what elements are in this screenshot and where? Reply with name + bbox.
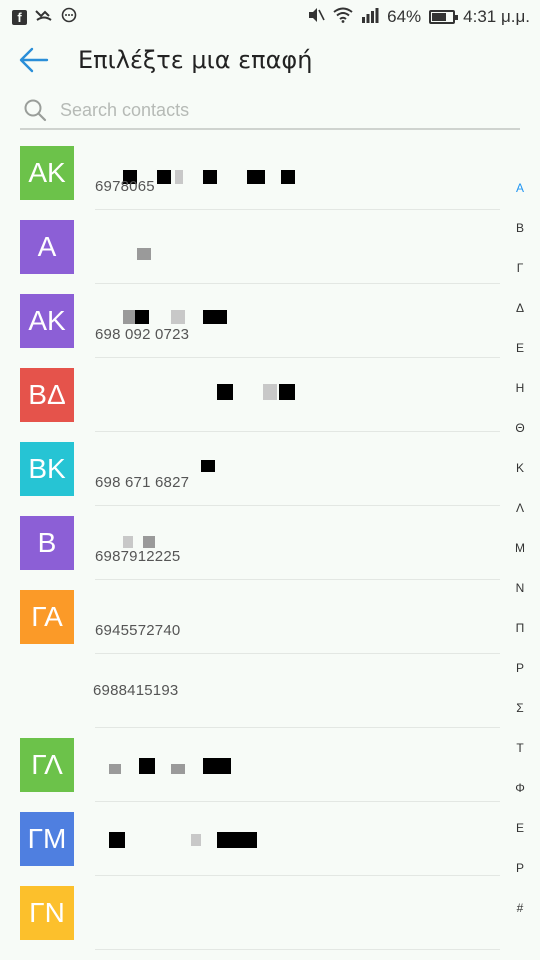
alphabet-index-letter[interactable]: Μ [500,528,540,568]
alphabet-index[interactable]: Α Β Γ Δ Ε Η Θ Κ Λ Μ Ν Π Ρ Σ Τ Φ Ε Ρ # [500,168,540,928]
avatar: ΓΛ [20,738,74,792]
avatar: ΑΚ [20,146,74,200]
alphabet-index-letter[interactable]: Φ [500,768,540,808]
contact-row[interactable]: 6988415193 [0,654,500,728]
contact-row[interactable]: ΓΝ [0,876,500,950]
signal-icon [361,7,379,27]
contact-name-redacted [95,222,295,260]
back-button[interactable] [14,40,54,80]
contact-row[interactable]: Β 6987912225 [0,506,500,580]
contact-name-redacted [95,814,295,848]
contact-row[interactable]: ΒΔ [0,358,500,432]
avatar: Β [20,516,74,570]
battery-percent: 64% [387,7,422,26]
missed-call-icon [35,8,53,26]
contact-row[interactable]: Α [0,210,500,284]
contact-list: ΑΚ 6978065 Α ΑΚ 698 092 0723 ΒΔ ΒΚ 698 6… [0,136,500,950]
alphabet-index-letter[interactable]: Ν [500,568,540,608]
contact-number: 6987912225 [95,548,181,565]
alphabet-index-letter[interactable]: Β [500,208,540,248]
contact-row[interactable]: ΑΚ 6978065 [0,136,500,210]
alphabet-index-letter[interactable]: Λ [500,488,540,528]
contact-number: 6978065 [95,178,155,195]
avatar: ΒΔ [20,368,74,422]
mute-icon [307,7,325,27]
status-time: 4:31 μ.μ. [463,7,530,26]
search-bar[interactable] [20,92,520,130]
contact-row[interactable]: ΓΛ [0,728,500,802]
battery-level-fill [432,13,447,21]
alphabet-index-letter[interactable]: Ρ [500,648,540,688]
status-left-icons: f [12,7,77,27]
avatar: Α [20,220,74,274]
contact-name-redacted [95,148,295,184]
contact-row[interactable]: ΓΑ 6945572740 [0,580,500,654]
alphabet-index-letter[interactable]: Τ [500,728,540,768]
contact-number: 698 671 6827 [95,474,190,491]
avatar: ΓΝ [20,886,74,940]
alphabet-index-letter[interactable]: Δ [500,288,540,328]
avatar: ΓΜ [20,812,74,866]
avatar: ΑΚ [20,294,74,348]
contact-number: 6988415193 [93,682,179,699]
battery-icon [429,10,459,24]
wifi-icon [333,7,353,27]
contact-name-redacted [95,888,295,912]
status-right-icons: 64% 4:31 μ.μ. [307,7,530,27]
alphabet-index-letter[interactable]: Π [500,608,540,648]
alphabet-index-letter[interactable]: Ε [500,328,540,368]
search-icon [22,97,48,123]
page-title: Επιλέξτε μια επαφή [78,46,313,74]
contact-name-redacted [95,740,295,774]
search-input[interactable] [60,99,480,121]
contact-row[interactable]: ΒΚ 698 671 6827 [0,432,500,506]
alphabet-index-letter[interactable]: Θ [500,408,540,448]
app-bar: Επιλέξτε μια επαφή [0,34,540,86]
contact-number: 698 092 0723 [95,326,190,343]
alphabet-index-letter[interactable]: Κ [500,448,540,488]
alphabet-index-letter[interactable]: Α [500,168,540,208]
contact-name-redacted [95,592,295,616]
contact-name-redacted [95,370,295,400]
alphabet-index-letter[interactable]: Σ [500,688,540,728]
avatar: ΓΑ [20,590,74,644]
arrow-left-icon [19,47,49,73]
contact-name-redacted [95,444,295,472]
contact-name-redacted [95,518,295,548]
contact-name-redacted [95,296,295,324]
avatar: ΒΚ [20,442,74,496]
facebook-icon: f [12,9,27,25]
contact-row[interactable]: ΓΜ [0,802,500,876]
alphabet-index-letter[interactable]: Ε [500,808,540,848]
contact-number: 6945572740 [95,622,181,639]
alphabet-index-letter[interactable]: # [500,888,540,928]
alphabet-index-letter[interactable]: Γ [500,248,540,288]
status-bar: f 64% 4:31 μ.μ. [0,0,540,34]
alphabet-index-letter[interactable]: Ρ [500,848,540,888]
divider [95,949,500,950]
contact-row[interactable]: ΑΚ 698 092 0723 [0,284,500,358]
messenger-icon [61,7,77,27]
alphabet-index-letter[interactable]: Η [500,368,540,408]
